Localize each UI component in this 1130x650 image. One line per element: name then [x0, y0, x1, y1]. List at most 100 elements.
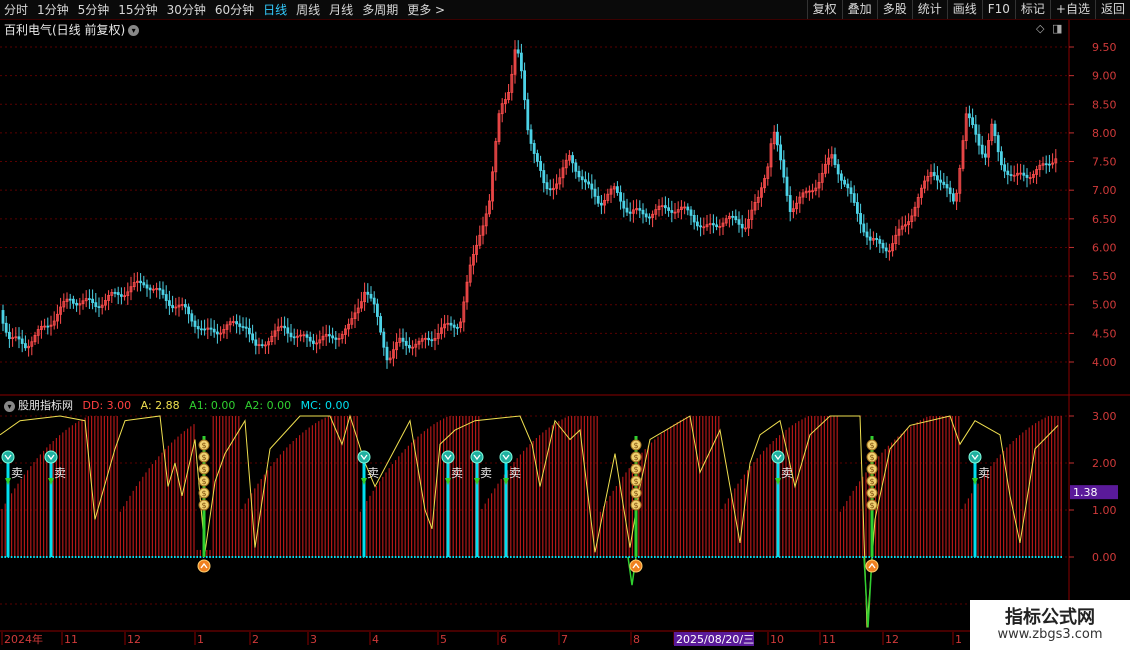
price-tick-label: 7.50 [1092, 156, 1117, 169]
mc-dot [593, 556, 595, 558]
mc-dot [385, 556, 387, 558]
mc-dot [23, 556, 26, 558]
mc-dot [116, 556, 118, 558]
mc-dot [1060, 556, 1062, 558]
mc-dot [468, 556, 470, 558]
mc-dot [439, 556, 442, 558]
mc-dot [126, 556, 128, 558]
candle-body [382, 331, 386, 348]
mc-dot [740, 556, 742, 558]
mc-dot [874, 556, 877, 558]
mc-dot [855, 556, 858, 558]
mc-dot [359, 556, 362, 558]
mc-dot [772, 556, 774, 558]
candle-body [587, 181, 590, 185]
candle-body [167, 300, 171, 306]
mc-dot [170, 556, 173, 558]
candle-body [308, 336, 312, 342]
candle-body [404, 340, 408, 346]
mc-dot [945, 556, 947, 558]
mc-dot [36, 556, 38, 558]
mc-dot [679, 556, 682, 558]
mc-dot [622, 556, 624, 558]
mc-dot [785, 556, 787, 558]
mc-dot [820, 556, 822, 558]
candle-body [648, 216, 651, 219]
candle-body [385, 346, 389, 361]
candle-body [158, 288, 162, 291]
mc-dot [1025, 556, 1027, 558]
date-label: 3 [310, 633, 317, 646]
candle-body [1006, 170, 1010, 175]
mc-dot [641, 556, 643, 558]
chart-canvas[interactable]: 9.50 9.00 8.50 8.00 7.50 7.00 6.50 6.00 5.50 5.00… [0, 0, 1130, 650]
mc-dot [151, 556, 154, 558]
mc-dot [487, 556, 490, 558]
mc-dot [225, 556, 227, 558]
candle-body [94, 302, 98, 307]
mc-dot [881, 556, 883, 558]
candle-body [372, 297, 376, 305]
mc-dot [1006, 556, 1008, 558]
mc-dot [551, 556, 554, 558]
mc-dot [42, 556, 45, 558]
mc-dot [1022, 556, 1024, 558]
mc-dot [455, 556, 458, 558]
candle-body [23, 343, 27, 349]
mc-dot [865, 556, 867, 558]
mc-dot [654, 556, 656, 558]
mc-dot [87, 556, 90, 558]
candle-body [840, 173, 843, 181]
candle-body [971, 117, 974, 126]
date-label-current: 2025/08/20/三 [676, 633, 754, 646]
candle-body [212, 328, 216, 333]
price-tick-label: 5.00 [1092, 299, 1117, 312]
candle-body [88, 298, 91, 300]
mc-dot [660, 556, 662, 558]
price-tick-label: 5.50 [1092, 270, 1117, 283]
candle-body [209, 327, 213, 330]
candle-body [878, 239, 882, 244]
candle-body [235, 321, 239, 325]
mc-dot [897, 556, 899, 558]
mc-dot [606, 556, 608, 558]
mc-dot [730, 556, 733, 558]
indicator-bars [1, 416, 1062, 557]
candle-body [596, 195, 600, 204]
coin-symbol: $ [201, 477, 206, 486]
candle-body [881, 242, 885, 249]
candle-body [539, 160, 542, 171]
mc-dot [833, 556, 835, 558]
candle-body [171, 305, 175, 309]
candle-body [247, 327, 251, 335]
candle-body [945, 184, 949, 189]
mc-dot [78, 556, 80, 558]
mc-dot [577, 556, 579, 558]
mc-dot [993, 556, 995, 558]
candle-body [17, 336, 21, 340]
mc-dot [65, 556, 67, 558]
sell-badge-icon [44, 450, 58, 464]
mc-dot [695, 556, 698, 558]
mc-dot [244, 556, 246, 558]
mc-dot [817, 556, 819, 558]
mc-dot [884, 556, 886, 558]
candle-body [699, 225, 702, 228]
price-tick-label: 7.00 [1092, 184, 1117, 197]
mc-dot [647, 556, 650, 558]
date-label: 1 [955, 633, 962, 646]
candle-body [984, 153, 987, 158]
mc-dot [55, 556, 58, 558]
candle-body [785, 176, 789, 196]
mc-dot [84, 556, 86, 558]
candle-body [952, 193, 955, 202]
mc-dot [532, 556, 534, 558]
candle-body [1, 310, 5, 324]
mc-dot [721, 556, 723, 558]
mc-dot [314, 556, 317, 558]
mc-dot [481, 556, 483, 558]
candle-body [638, 208, 642, 211]
mc-dot [756, 556, 758, 558]
price-tick-label: 6.50 [1092, 213, 1117, 226]
mc-dot [948, 556, 950, 558]
